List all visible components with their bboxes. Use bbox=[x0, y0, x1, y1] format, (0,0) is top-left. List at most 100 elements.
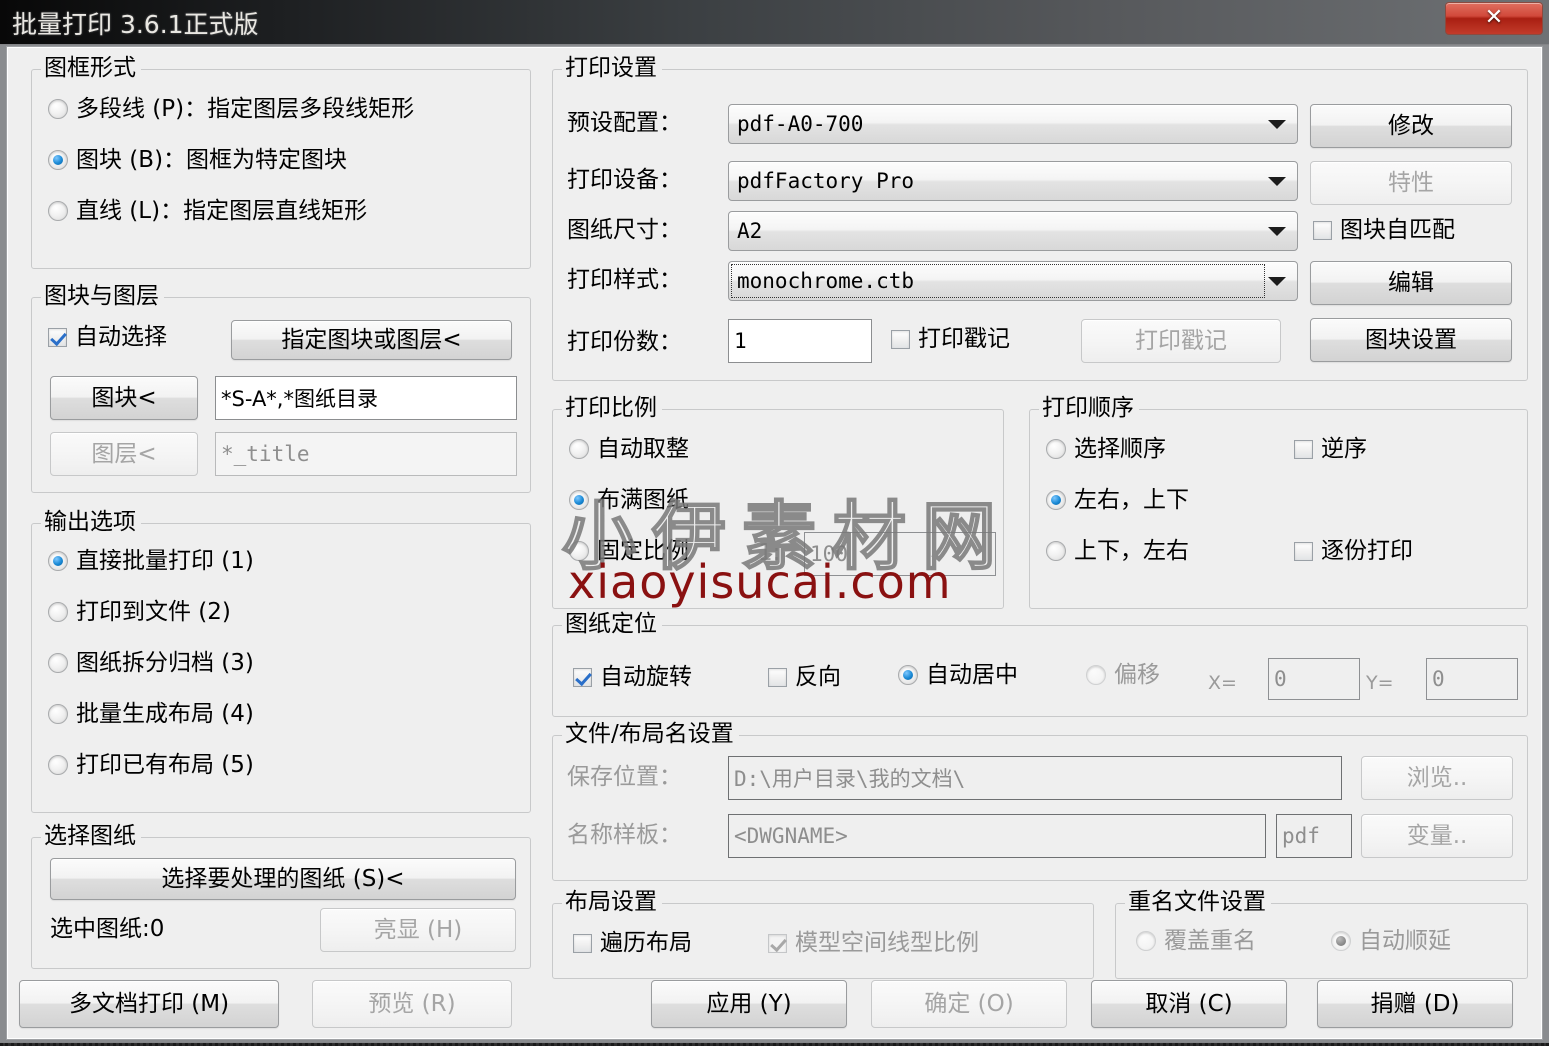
checkbox-label: 逆序 bbox=[1321, 436, 1367, 462]
group-output-options-legend: 输出选项 bbox=[41, 509, 141, 535]
radio-frame-polyline[interactable]: 多段线 (P)：指定图层多段线矩形 bbox=[48, 96, 414, 122]
block-settings-button[interactable]: 图块设置 bbox=[1310, 318, 1512, 362]
radio-label: 打印到文件 (2) bbox=[76, 599, 231, 625]
radio-label: 固定比例 bbox=[597, 538, 689, 564]
scale-ratio-input[interactable]: 100 bbox=[804, 532, 996, 576]
offset-x-input[interactable]: 0 bbox=[1268, 658, 1360, 700]
radio-label: 批量生成布局 (4) bbox=[76, 701, 254, 727]
radio-offset[interactable]: 偏移 bbox=[1086, 662, 1160, 688]
radio-label: 上下，左右 bbox=[1074, 538, 1189, 564]
device-combo[interactable]: pdfFactory Pro bbox=[728, 161, 1298, 201]
chevron-down-icon bbox=[1268, 177, 1286, 186]
radio-scale-fit-paper[interactable]: 布满图纸 bbox=[569, 487, 689, 513]
radio-label: 自动顺延 bbox=[1359, 928, 1451, 954]
group-frame-style: 图框形式 多段线 (P)：指定图层多段线矩形 图块 (B)：图框为特定图块 直线… bbox=[31, 55, 531, 269]
radio-label: 覆盖重名 bbox=[1164, 928, 1256, 954]
application-window: 批量打印 3.6.1正式版 ✕ 图框形式 多段线 (P)：指定图层多段线矩形 图… bbox=[0, 0, 1549, 1046]
radio-indicator bbox=[1086, 665, 1106, 685]
modify-button[interactable]: 修改 bbox=[1310, 104, 1512, 148]
radio-auto-increment[interactable]: 自动顺延 bbox=[1331, 928, 1451, 954]
radio-frame-line[interactable]: 直线 (L)：指定图层直线矩形 bbox=[48, 198, 367, 224]
radio-order-tb-lr[interactable]: 上下，左右 bbox=[1046, 538, 1189, 564]
save-path-input[interactable]: D:\用户目录\我的文档\ bbox=[728, 756, 1342, 800]
group-print-order-legend: 打印顺序 bbox=[1039, 395, 1139, 421]
radio-indicator bbox=[48, 551, 68, 571]
block-pick-button[interactable]: 图块< bbox=[50, 376, 198, 420]
checkbox-indicator bbox=[891, 329, 910, 349]
block-filter-input[interactable]: *S-A*,*图纸目录 bbox=[215, 376, 517, 420]
print-style-value: monochrome.ctb bbox=[737, 269, 915, 293]
preset-combo[interactable]: pdf-A0-700 bbox=[728, 104, 1298, 144]
radio-output-to-file[interactable]: 打印到文件 (2) bbox=[48, 599, 231, 625]
checkbox-traverse-layouts[interactable]: 遍历布局 bbox=[573, 930, 692, 956]
variable-button[interactable]: 变量.. bbox=[1361, 814, 1513, 858]
multi-document-print-button[interactable]: 多文档打印 (M) bbox=[19, 980, 279, 1028]
radio-label: 图块 (B)：图框为特定图块 bbox=[76, 147, 348, 173]
radio-label: 自动居中 bbox=[926, 662, 1018, 688]
preview-button[interactable]: 预览 (R) bbox=[312, 980, 512, 1028]
ok-button[interactable]: 确定 (O) bbox=[871, 980, 1067, 1028]
print-stamp-button[interactable]: 打印戳记 bbox=[1081, 319, 1281, 363]
apply-button[interactable]: 应用 (Y) bbox=[651, 980, 847, 1028]
radio-indicator bbox=[48, 755, 68, 775]
cancel-button[interactable]: 取消 (C) bbox=[1091, 980, 1287, 1028]
checkbox-indicator bbox=[573, 667, 592, 687]
radio-indicator bbox=[569, 490, 589, 510]
select-drawings-button[interactable]: 选择要处理的图纸 (S)< bbox=[50, 858, 516, 900]
edit-button[interactable]: 编辑 bbox=[1310, 261, 1512, 305]
radio-order-lr-tb[interactable]: 左右，上下 bbox=[1046, 487, 1189, 513]
radio-output-split-archive[interactable]: 图纸拆分归档 (3) bbox=[48, 650, 254, 676]
offset-y-input[interactable]: 0 bbox=[1426, 658, 1518, 700]
group-print-order: 打印顺序 选择顺序 左右，上下 上下，左右 逆序 逐份打印 bbox=[1029, 395, 1528, 609]
checkbox-reverse-direction[interactable]: 反向 bbox=[768, 664, 841, 690]
checkbox-block-automatch[interactable]: 图块自匹配 bbox=[1313, 217, 1455, 243]
radio-indicator bbox=[48, 653, 68, 673]
specify-block-or-layer-button[interactable]: 指定图块或图层< bbox=[231, 320, 512, 360]
radio-label: 自动取整 bbox=[597, 436, 689, 462]
group-duplicate-settings: 重名文件设置 覆盖重名 自动顺延 bbox=[1115, 889, 1528, 979]
browse-button[interactable]: 浏览.. bbox=[1361, 756, 1513, 800]
title-bar: 批量打印 3.6.1正式版 ✕ bbox=[0, 0, 1549, 44]
group-frame-style-legend: 图框形式 bbox=[41, 55, 141, 81]
checkbox-label: 逐份打印 bbox=[1321, 538, 1413, 564]
print-style-combo[interactable]: monochrome.ctb bbox=[728, 261, 1298, 301]
radio-order-selection[interactable]: 选择顺序 bbox=[1046, 436, 1166, 462]
checkbox-auto-select[interactable]: 自动选择 bbox=[48, 324, 167, 350]
radio-scale-auto-round[interactable]: 自动取整 bbox=[569, 436, 689, 462]
name-template-input[interactable]: <DWGNAME> bbox=[728, 814, 1266, 858]
radio-auto-center[interactable]: 自动居中 bbox=[898, 662, 1018, 688]
layer-pick-button[interactable]: 图层< bbox=[50, 432, 198, 476]
radio-output-direct-batch[interactable]: 直接批量打印 (1) bbox=[48, 548, 254, 574]
checkbox-model-ltscale[interactable]: 模型空间线型比例 bbox=[768, 930, 979, 956]
group-print-settings-legend: 打印设置 bbox=[562, 55, 662, 81]
properties-button[interactable]: 特性 bbox=[1310, 161, 1512, 205]
copies-input[interactable]: 1 bbox=[728, 319, 872, 363]
radio-output-print-existing-layout[interactable]: 打印已有布局 (5) bbox=[48, 752, 254, 778]
paper-size-combo[interactable]: A2 bbox=[728, 211, 1298, 251]
preset-label: 预设配置： bbox=[567, 110, 682, 136]
checkbox-label: 模型空间线型比例 bbox=[795, 930, 979, 956]
group-select-drawings-legend: 选择图纸 bbox=[41, 823, 141, 849]
radio-output-batch-layout[interactable]: 批量生成布局 (4) bbox=[48, 701, 254, 727]
highlight-button[interactable]: 亮显 (H) bbox=[320, 908, 516, 952]
group-output-options: 输出选项 直接批量打印 (1) 打印到文件 (2) 图纸拆分归档 (3) 批量生… bbox=[31, 509, 531, 813]
group-layout-settings: 布局设置 遍历布局 模型空间线型比例 bbox=[552, 889, 1094, 979]
group-paper-position-legend: 图纸定位 bbox=[562, 611, 662, 637]
close-button[interactable]: ✕ bbox=[1445, 2, 1543, 35]
group-layout-settings-legend: 布局设置 bbox=[562, 889, 662, 915]
checkbox-label: 遍历布局 bbox=[600, 930, 692, 956]
checkbox-auto-rotate[interactable]: 自动旋转 bbox=[573, 664, 692, 690]
donate-button[interactable]: 捐赠 (D) bbox=[1317, 980, 1513, 1028]
window-title: 批量打印 3.6.1正式版 bbox=[12, 10, 259, 39]
checkbox-reverse-order[interactable]: 逆序 bbox=[1294, 436, 1367, 462]
layer-filter-input[interactable]: *_title bbox=[215, 432, 517, 476]
close-icon: ✕ bbox=[1484, 5, 1504, 30]
radio-label: 直接批量打印 (1) bbox=[76, 548, 254, 574]
checkbox-indicator bbox=[573, 933, 592, 953]
radio-frame-block[interactable]: 图块 (B)：图框为特定图块 bbox=[48, 147, 347, 173]
checkbox-collate[interactable]: 逐份打印 bbox=[1294, 538, 1413, 564]
radio-overwrite-duplicate[interactable]: 覆盖重名 bbox=[1136, 928, 1256, 954]
radio-scale-fixed[interactable]: 固定比例 bbox=[569, 538, 689, 564]
name-template-label: 名称样板： bbox=[567, 822, 682, 848]
checkbox-print-stamp[interactable]: 打印戳记 bbox=[891, 326, 1010, 352]
